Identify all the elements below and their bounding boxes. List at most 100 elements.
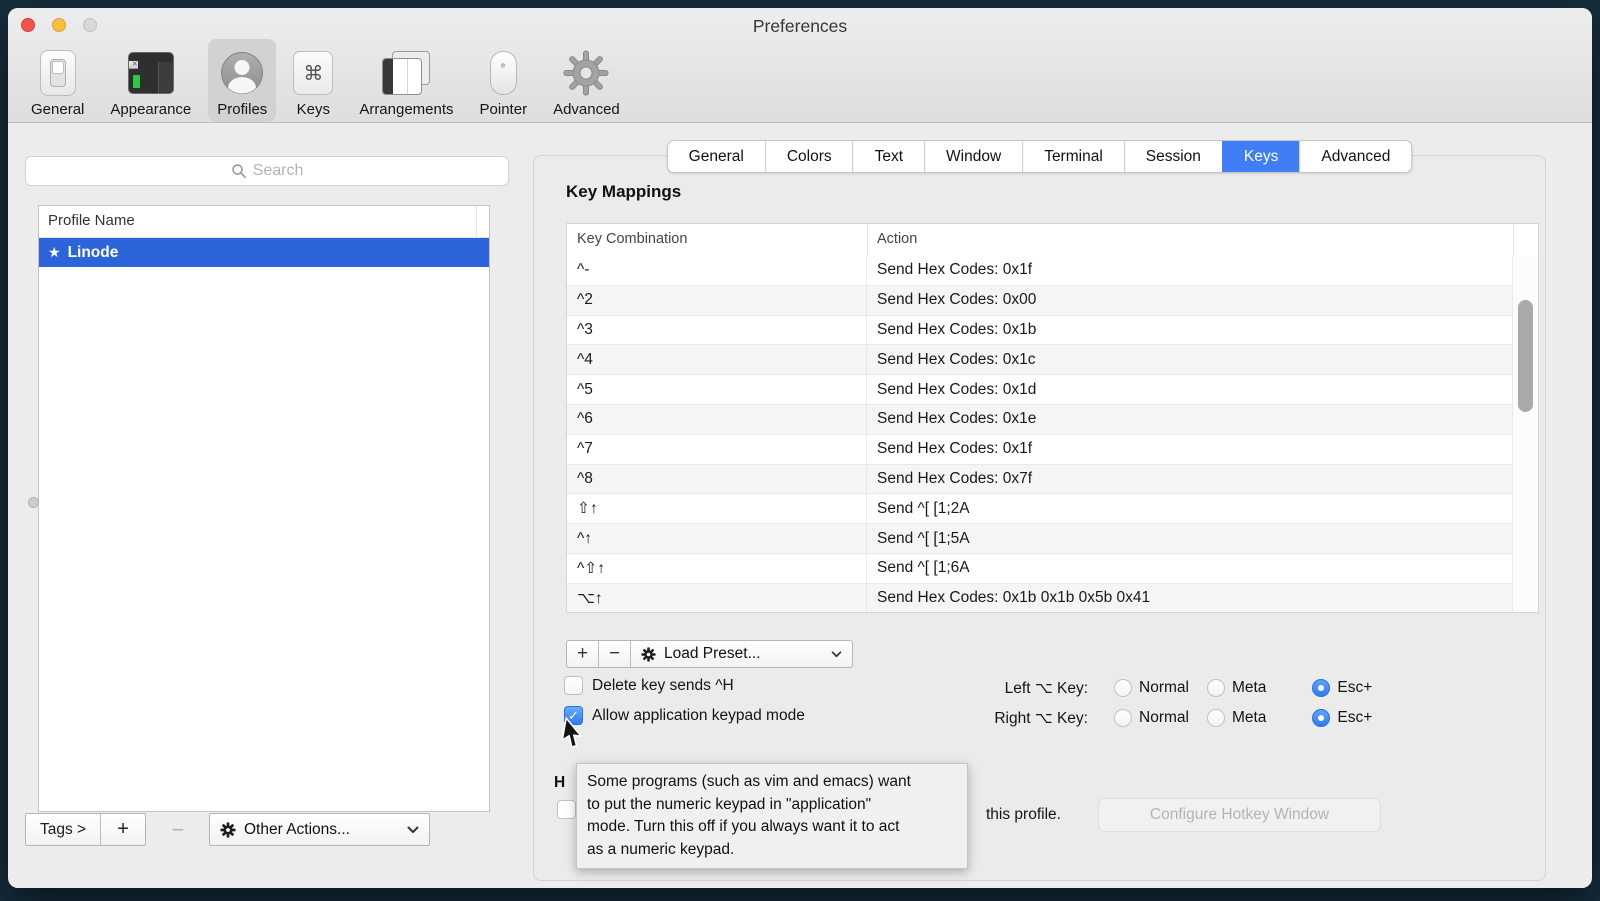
key-mapping-row[interactable]: ⇧↑ Send ^[ [1;2A (567, 494, 1513, 524)
key-mapping-row[interactable]: ^⇧↑ Send ^[ [1;6A (567, 554, 1513, 584)
key-combination-column-header[interactable]: Key Combination (577, 231, 687, 247)
radio-option[interactable]: Esc+ (1312, 709, 1372, 727)
pane-splitter-handle[interactable] (28, 497, 39, 508)
key-combination-cell: ^- (567, 256, 867, 285)
action-cell: Send ^[ [1;2A (867, 494, 970, 523)
key-combination-cell: ^7 (567, 435, 867, 464)
add-mapping-button[interactable]: + (567, 641, 599, 667)
toolbar-item-advanced[interactable]: Advanced (544, 39, 629, 122)
radio-button[interactable] (1312, 709, 1330, 727)
default-profile-star-icon: ★ (48, 244, 61, 261)
preferences-window: Preferences General ✕ Appearance (8, 8, 1592, 888)
tab[interactable]: Advanced (1299, 141, 1411, 172)
radio-button[interactable] (1207, 709, 1225, 727)
radio-label: Normal (1139, 709, 1189, 727)
load-preset-dropdown[interactable]: Load Preset... (631, 641, 852, 667)
key-mapping-row[interactable]: ^7 Send Hex Codes: 0x1f (567, 435, 1513, 465)
partially-hidden-checkbox[interactable] (557, 800, 576, 819)
remove-mapping-button[interactable]: − (599, 641, 631, 667)
right-option-key-radio-group: Normal Meta Esc+ (1096, 709, 1372, 727)
window-chrome: Preferences General ✕ Appearance (8, 8, 1592, 123)
key-mapping-row[interactable]: ^3 Send Hex Codes: 0x1b (567, 316, 1513, 346)
toolbar-item-label: Appearance (110, 101, 191, 118)
key-mapping-row[interactable]: ⌥↑ Send Hex Codes: 0x1b 0x1b 0x5b 0x41 (567, 584, 1513, 612)
toolbar-item-label: Profiles (217, 101, 267, 118)
action-cell: Send Hex Codes: 0x1e (867, 405, 1036, 434)
toolbar-item-label: Keys (297, 101, 330, 118)
toolbar-item-keys[interactable]: ⌘ Keys (284, 39, 342, 122)
action-column-header[interactable]: Action (877, 231, 917, 247)
action-cell: Send Hex Codes: 0x1f (867, 435, 1032, 464)
configure-hotkey-window-button[interactable]: Configure Hotkey Window (1098, 798, 1381, 832)
key-combination-cell: ^5 (567, 375, 867, 404)
mouse-icon (490, 48, 517, 98)
radio-button[interactable] (1114, 709, 1132, 727)
action-cell: Send Hex Codes: 0x1b 0x1b 0x5b 0x41 (867, 584, 1150, 612)
tab[interactable]: Session (1124, 141, 1222, 172)
tab-label: General (689, 148, 744, 166)
radio-button[interactable] (1114, 679, 1132, 697)
titlebar[interactable]: Preferences (8, 8, 1592, 42)
key-mapping-row[interactable]: ^2 Send Hex Codes: 0x00 (567, 286, 1513, 316)
hotkey-profile-text: this profile. (986, 806, 1061, 824)
key-mapping-row[interactable]: ^4 Send Hex Codes: 0x1c (567, 345, 1513, 375)
gear-icon (641, 647, 656, 662)
tab[interactable]: Keys (1222, 141, 1299, 172)
gear-icon (563, 48, 609, 98)
add-profile-button[interactable]: + (101, 814, 145, 845)
radio-button[interactable] (1207, 679, 1225, 697)
right-option-key-label: Right ⌥ Key: (954, 709, 1088, 728)
toolbar-item-appearance[interactable]: ✕ Appearance (101, 39, 200, 122)
key-mapping-row[interactable]: ^6 Send Hex Codes: 0x1e (567, 405, 1513, 435)
tab[interactable]: General (668, 141, 765, 172)
toolbar-item-pointer[interactable]: Pointer (471, 39, 537, 122)
key-combination-cell: ^↑ (567, 524, 867, 553)
key-mapping-row[interactable]: ^5 Send Hex Codes: 0x1d (567, 375, 1513, 405)
action-cell: Send Hex Codes: 0x7f (867, 465, 1032, 494)
key-mapping-row[interactable]: ^↑ Send ^[ [1;5A (567, 524, 1513, 554)
mouse-cursor (558, 717, 590, 758)
tags-button[interactable]: Tags > (26, 814, 101, 845)
key-combination-cell: ^2 (567, 286, 867, 315)
other-actions-dropdown[interactable]: Other Actions... (209, 813, 430, 846)
checkbox-unchecked[interactable]: ✓ (564, 676, 583, 695)
tab[interactable]: Terminal (1022, 141, 1124, 172)
tab[interactable]: Window (924, 141, 1022, 172)
profile-list-header[interactable]: Profile Name (39, 206, 489, 238)
tab[interactable]: Text (853, 141, 924, 172)
radio-option[interactable]: Meta (1207, 709, 1266, 727)
radio-option[interactable]: Normal (1114, 709, 1189, 727)
column-divider (1513, 224, 1514, 256)
right-option-key-row: Right ⌥ Key: Normal Meta Esc+ (954, 706, 1474, 730)
action-cell: Send Hex Codes: 0x1d (867, 375, 1036, 404)
tooltip-line: to put the numeric keypad in "applicatio… (587, 794, 957, 817)
radio-option[interactable]: Esc+ (1312, 679, 1372, 697)
gear-icon (220, 822, 236, 838)
keypad-mode-tooltip: Some programs (such as vim and emacs) wa… (576, 763, 968, 869)
scrollbar-track[interactable] (1512, 256, 1538, 612)
remove-profile-button[interactable]: − (157, 813, 199, 846)
window-title: Preferences (8, 16, 1592, 37)
tags-button-group: Tags > + (25, 813, 146, 846)
tab[interactable]: Colors (765, 141, 853, 172)
radio-option[interactable]: Meta (1207, 679, 1266, 697)
key-mapping-row[interactable]: ^8 Send Hex Codes: 0x7f (567, 465, 1513, 495)
scrollbar-thumb[interactable] (1518, 300, 1533, 412)
profile-row-selected[interactable]: ★ Linode (39, 238, 489, 267)
delete-key-sends-checkbox-row[interactable]: ✓ Delete key sends ^H (564, 676, 734, 695)
toolbar-item-general[interactable]: General (22, 39, 93, 122)
search-input[interactable]: Search (25, 156, 509, 186)
toolbar-item-arrangements[interactable]: Arrangements (350, 39, 462, 122)
radio-option[interactable]: Normal (1114, 679, 1189, 697)
key-mapping-row[interactable]: ^- Send Hex Codes: 0x1f (567, 256, 1513, 286)
chevron-down-icon (407, 826, 419, 834)
key-combination-cell: ⇧↑ (567, 494, 867, 523)
profile-name: Linode (68, 244, 119, 262)
radio-button[interactable] (1312, 679, 1330, 697)
window-panes-icon (382, 48, 430, 98)
tab-label: Text (875, 148, 903, 166)
toolbar-item-profiles[interactable]: Profiles (208, 39, 276, 122)
tooltip-line: Some programs (such as vim and emacs) wa… (587, 771, 957, 794)
action-cell: Send Hex Codes: 0x1f (867, 256, 1032, 285)
allow-keypad-mode-checkbox-row[interactable]: ✓ Allow application keypad mode (564, 706, 805, 725)
